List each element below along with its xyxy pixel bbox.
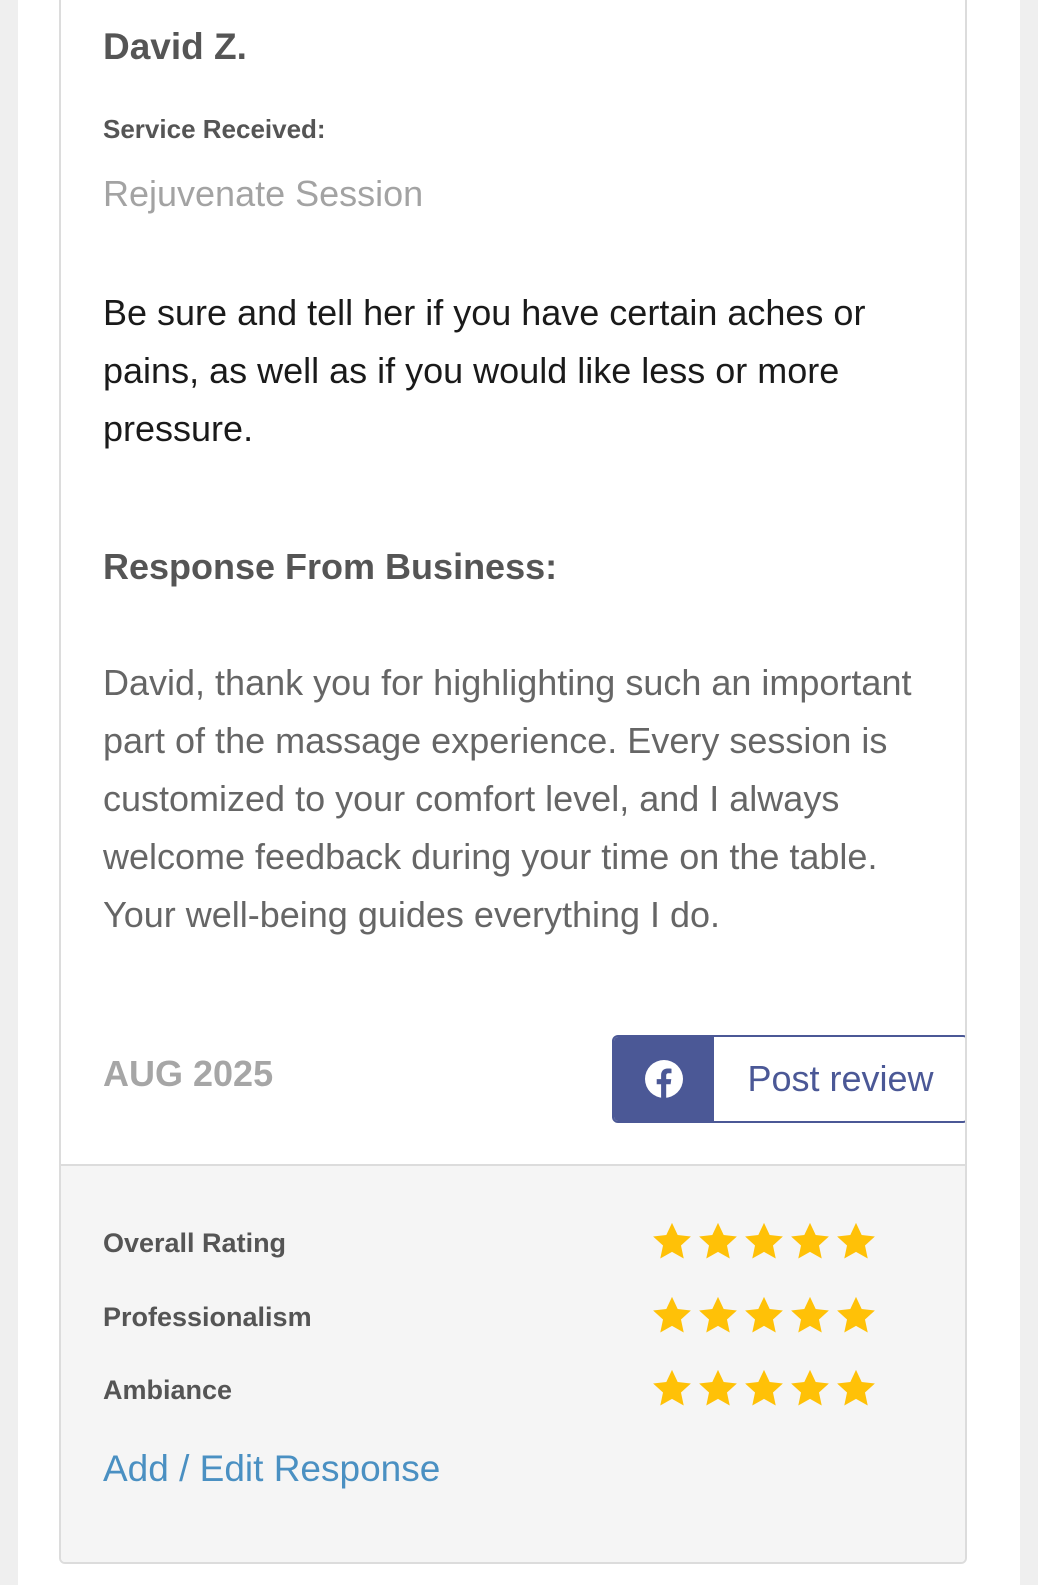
rating-stars-overall: [650, 1220, 878, 1264]
star-icon: [699, 1369, 737, 1406]
star-icon: [837, 1369, 875, 1406]
review-card: David Z. Service Received: Rejuvenate Se…: [59, 0, 967, 1564]
rating-row-professionalism: Professionalism: [103, 1294, 875, 1344]
post-review-button[interactable]: Post review: [612, 1035, 965, 1123]
rating-stars-ambiance: [650, 1367, 878, 1411]
review-date: AUG 2025: [103, 1053, 274, 1094]
service-received-label: Service Received:: [103, 114, 326, 144]
star-icon: [791, 1222, 829, 1259]
star-icon: [791, 1369, 829, 1406]
star-icon: [653, 1369, 691, 1406]
business-response-text: David, thank you for highlighting such a…: [103, 662, 912, 935]
add-edit-response-link[interactable]: Add / Edit Response: [103, 1448, 440, 1490]
star-icon: [653, 1222, 691, 1259]
rating-label-professionalism: Professionalism: [103, 1302, 312, 1332]
response-heading: Response From Business:: [103, 546, 558, 587]
review-text: Be sure and tell her if you have certain…: [103, 292, 866, 449]
star-icon: [837, 1296, 875, 1333]
service-received-value: Rejuvenate Session: [103, 173, 424, 214]
facebook-icon: [645, 1060, 683, 1098]
star-icon: [745, 1222, 783, 1259]
rating-label-overall: Overall Rating: [103, 1228, 287, 1258]
ratings-panel: Overall Rating Professionalism Ambiance …: [61, 1164, 965, 1562]
rating-label-ambiance: Ambiance: [103, 1375, 233, 1405]
star-icon: [837, 1222, 875, 1259]
star-icon: [791, 1296, 829, 1333]
rating-row-ambiance: Ambiance: [103, 1367, 875, 1417]
post-review-label: Post review: [747, 1058, 934, 1099]
star-icon: [699, 1222, 737, 1259]
star-icon: [699, 1296, 737, 1333]
star-icon: [745, 1369, 783, 1406]
rating-row-overall: Overall Rating: [103, 1220, 875, 1270]
reviewer-name: David Z.: [103, 26, 247, 67]
rating-stars-professionalism: [650, 1294, 878, 1338]
star-icon: [653, 1296, 691, 1333]
star-icon: [745, 1296, 783, 1333]
facebook-icon-box: [614, 1037, 714, 1121]
